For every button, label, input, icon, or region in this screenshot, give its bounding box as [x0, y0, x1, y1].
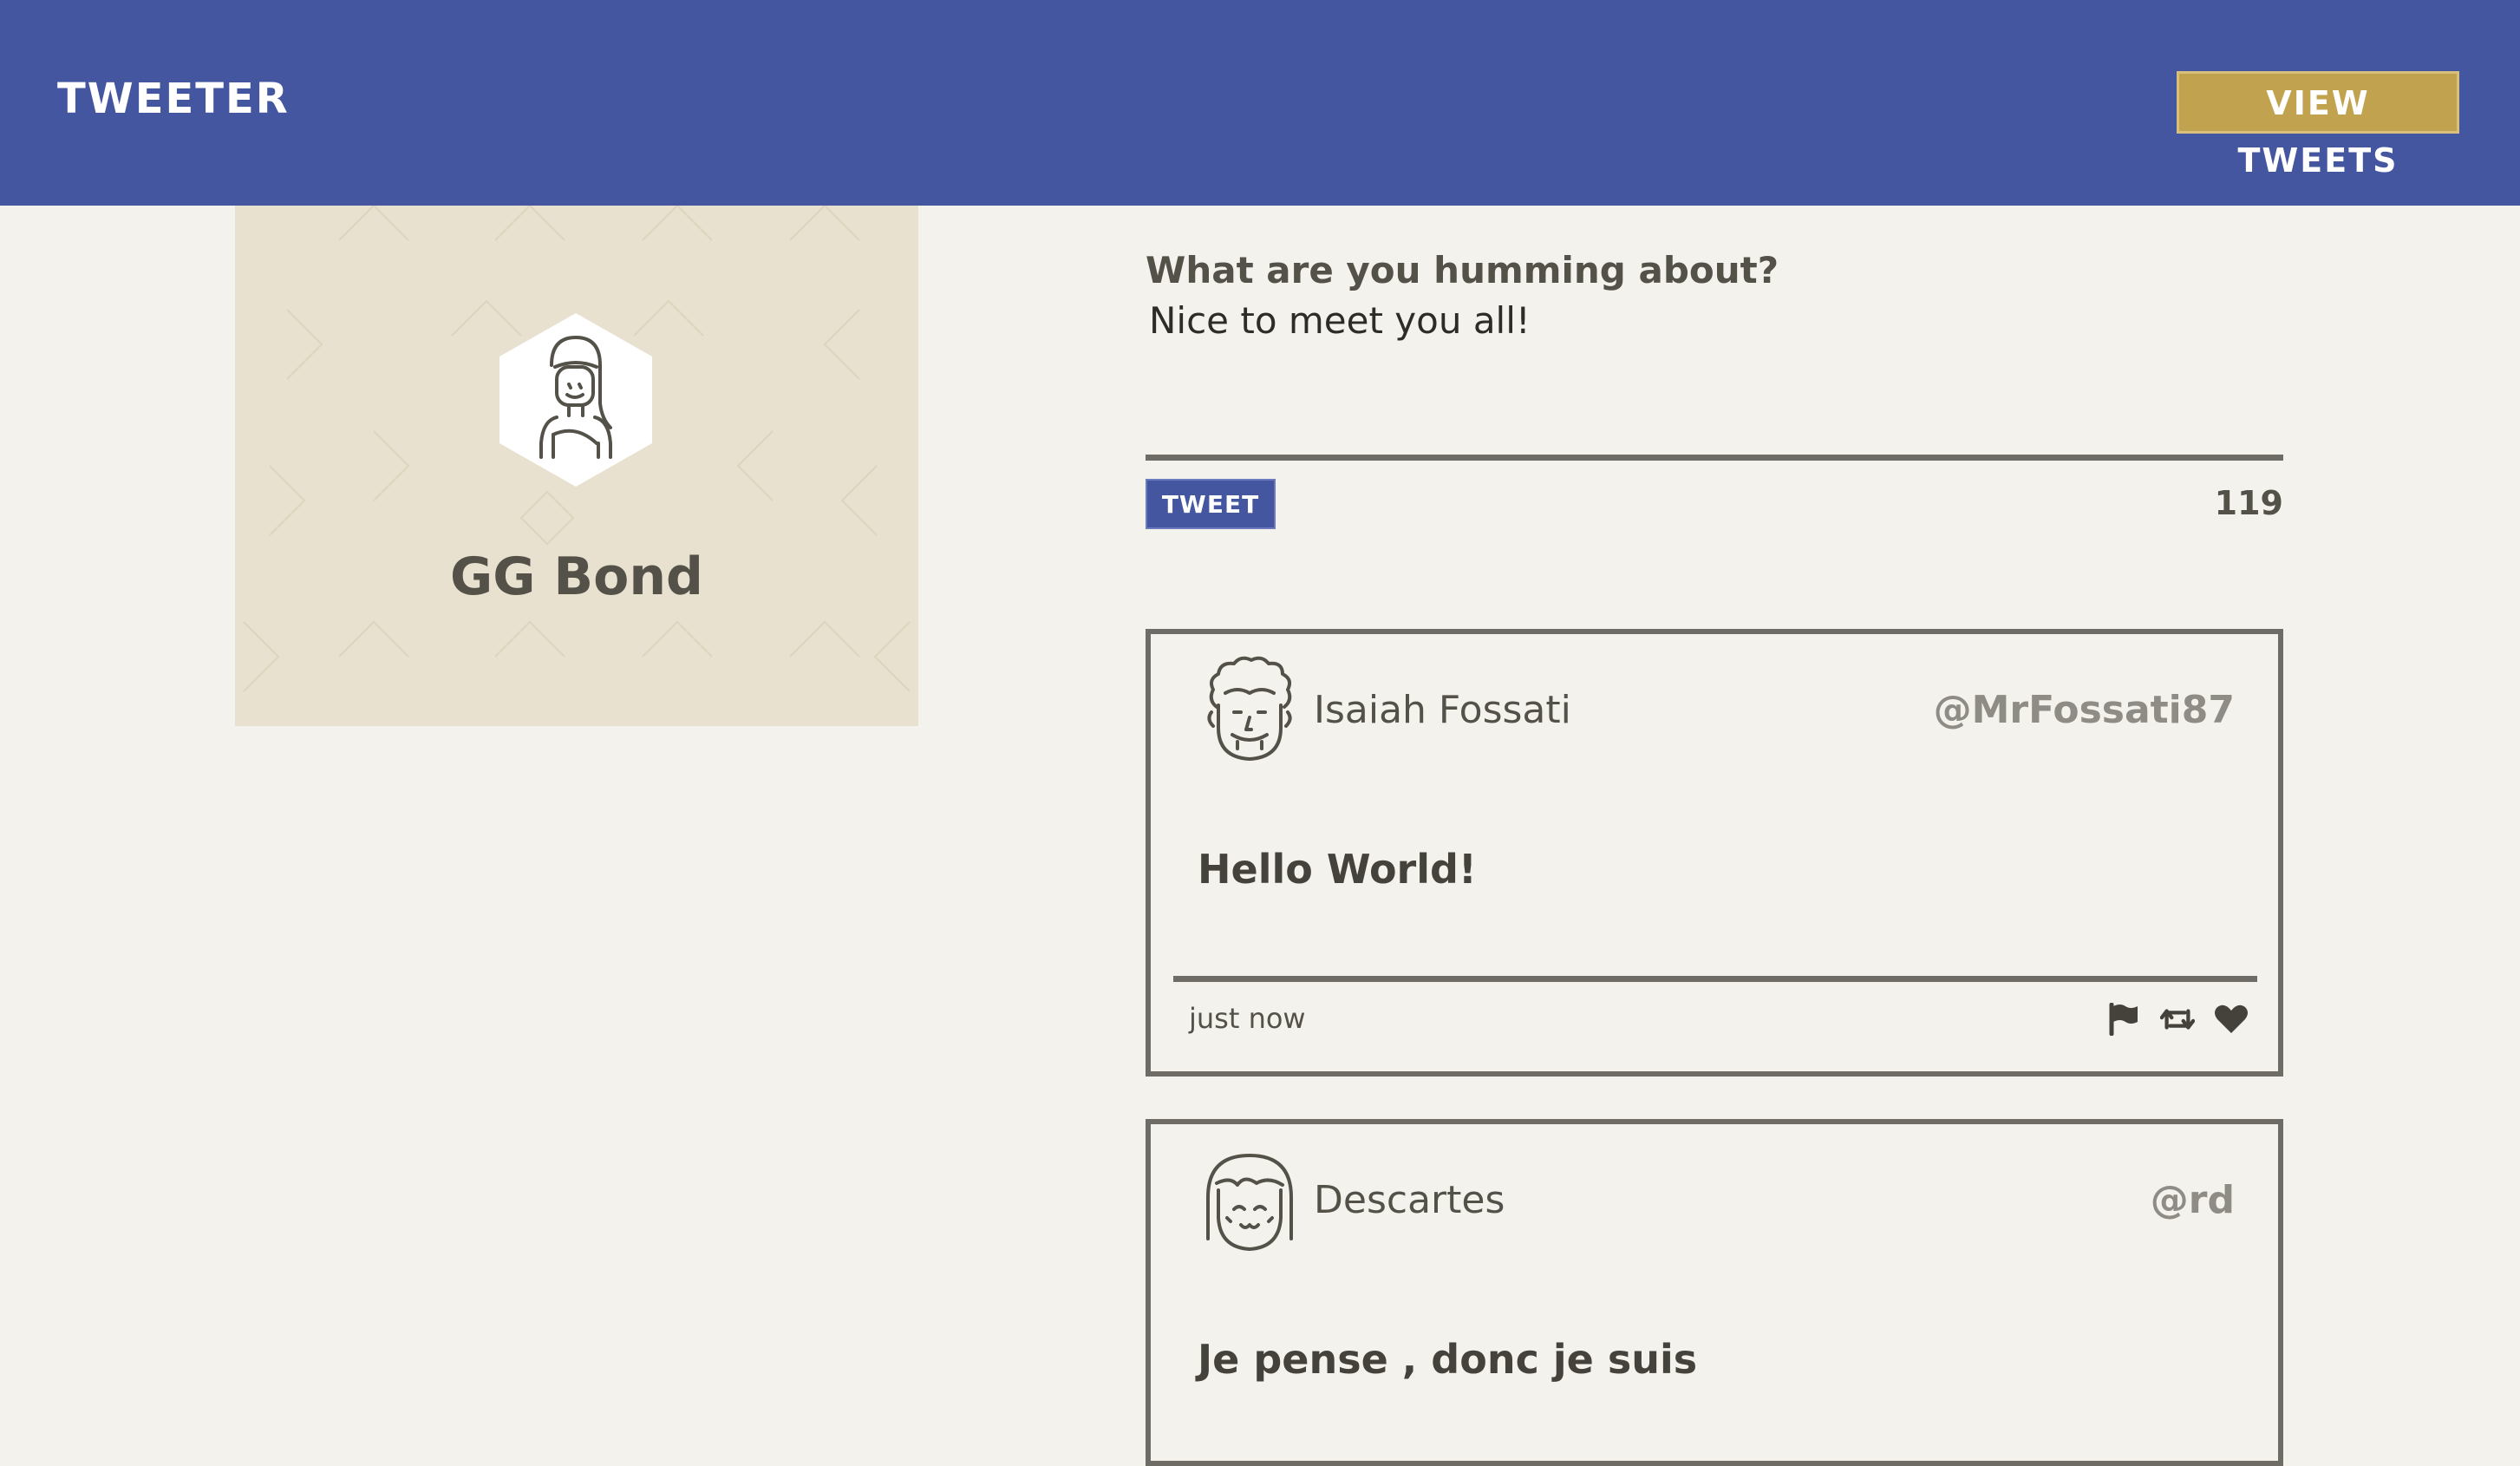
tweet-author-name: Isaiah Fossati	[1314, 688, 1571, 732]
tweet-card: Descartes @rd Je pense , donc je suis	[1146, 1119, 2283, 1466]
tweet-author-name: Descartes	[1314, 1178, 1505, 1222]
tweet-divider	[1173, 976, 2257, 982]
view-tweets-button[interactable]: VIEW TWEETS	[2177, 71, 2459, 180]
brand-logo[interactable]: TWEETER	[57, 75, 290, 123]
tweet-body: Je pense , donc je suis	[1198, 1336, 1698, 1383]
curly-hair-man-avatar-icon	[1207, 656, 1292, 761]
tweet-author-handle[interactable]: @rd	[2151, 1173, 2235, 1228]
bob-hair-avatar-icon	[1206, 1154, 1293, 1251]
char-counter: 119	[2214, 484, 2283, 522]
compose-textarea[interactable]	[1146, 295, 2283, 451]
profile-name: GG Bond	[449, 546, 703, 607]
tweet-timestamp: just now	[1189, 1002, 1306, 1035]
tweet-card: Isaiah Fossati @MrFossati87 Hello World!…	[1146, 629, 2283, 1077]
tweet-author-handle[interactable]: @MrFossati87	[1934, 683, 2235, 738]
compose-divider	[1146, 455, 2283, 461]
tweet-body: Hello World!	[1198, 846, 1477, 893]
tweet-button[interactable]: TWEET	[1146, 479, 1276, 529]
compose-label: What are you humming about?	[1146, 249, 1779, 291]
retweet-icon[interactable]	[2160, 1002, 2195, 1037]
top-nav: TWEETER VIEW TWEETS	[0, 0, 2520, 206]
heart-icon[interactable]	[2214, 1002, 2249, 1037]
flag-icon[interactable]	[2106, 1002, 2141, 1037]
girl-avatar-icon	[499, 313, 652, 487]
tweet-actions	[2106, 998, 2249, 1040]
